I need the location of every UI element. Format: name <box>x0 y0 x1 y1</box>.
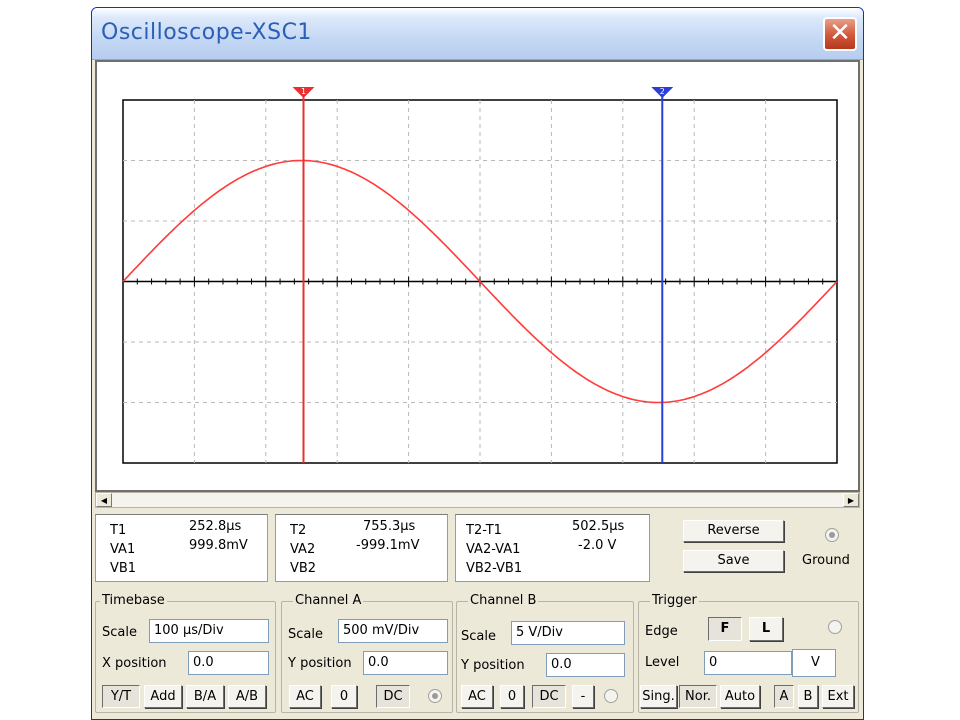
falling-edge-icon: L <box>761 621 771 636</box>
channel-b-scale-label: Scale <box>461 629 496 644</box>
t1-label: T1 <box>110 523 127 538</box>
close-button[interactable]: ✕ <box>823 17 857 51</box>
trigger-source-a-button[interactable]: A <box>774 685 794 708</box>
cursor-2-label: 2 <box>660 87 665 96</box>
scroll-right-button[interactable]: ▶ <box>843 493 859 507</box>
dvb-label: VB2-VB1 <box>466 561 523 576</box>
channel-a-ypos-field[interactable]: 0.0 <box>363 651 448 675</box>
horizontal-scrollbar[interactable]: ◀ ▶ <box>95 492 860 508</box>
dt-label: T2-T1 <box>466 523 502 538</box>
oscilloscope-window: Oscilloscope-XSC1 ✕ 12 ◀ ▶ T1 252.8μs VA… <box>91 7 864 720</box>
falling-edge-button[interactable]: L <box>749 617 783 641</box>
normal-mode-button[interactable]: Nor. <box>679 685 717 708</box>
channel-b-ypos-field[interactable]: 0.0 <box>546 653 625 677</box>
rising-edge-icon: F <box>720 621 730 636</box>
auto-mode-button[interactable]: Auto <box>720 685 760 708</box>
timebase-title: Timebase <box>100 593 167 608</box>
t1-readout: T1 252.8μs VA1 999.8mV VB1 <box>95 514 268 582</box>
channel-b-scale-field[interactable]: 5 V/Div <box>511 621 625 645</box>
channel-a-zero-button[interactable]: 0 <box>331 685 357 708</box>
channel-b-invert-button[interactable]: - <box>572 685 594 708</box>
scroll-left-button[interactable]: ◀ <box>96 493 112 507</box>
cursor-1-label: 1 <box>301 87 306 96</box>
ba-mode-button[interactable]: B/A <box>186 685 224 708</box>
channel-b-dc-button[interactable]: DC <box>532 685 566 708</box>
va2-value: -999.1mV <box>356 538 420 553</box>
scope-svg: 12 <box>122 87 838 464</box>
diff-readout: T2-T1 502.5μs VA2-VA1 -2.0 V VB2-VB1 <box>455 514 650 582</box>
level-label: Level <box>645 655 680 670</box>
channel-a-title: Channel A <box>293 593 364 608</box>
trigger-source-b-button[interactable]: B <box>798 685 818 708</box>
level-unit[interactable]: V <box>792 649 836 677</box>
add-mode-button[interactable]: Add <box>144 685 182 708</box>
x-position-field[interactable]: 0.0 <box>188 651 269 675</box>
channel-b-ypos-label: Y position <box>461 658 525 673</box>
t1-value: 252.8μs <box>189 519 242 534</box>
ground-label: Ground <box>802 553 850 568</box>
trigger-title: Trigger <box>650 593 699 608</box>
reverse-button[interactable]: Reverse <box>683 520 784 542</box>
title-bar[interactable]: Oscilloscope-XSC1 ✕ <box>92 8 863 60</box>
yt-mode-button[interactable]: Y/T <box>102 685 140 708</box>
scope-display: 12 <box>95 60 860 492</box>
trigger-source-ext-button[interactable]: Ext <box>822 685 854 708</box>
channel-a-ypos-label: Y position <box>288 656 352 671</box>
vb2-label: VB2 <box>290 561 317 576</box>
channel-a-ac-button[interactable]: AC <box>289 685 321 708</box>
dt-value: 502.5μs <box>572 519 625 534</box>
va1-label: VA1 <box>110 542 136 557</box>
timebase-scale-label: Scale <box>102 625 137 640</box>
save-button[interactable]: Save <box>683 550 784 572</box>
channel-a-radio[interactable] <box>428 689 442 703</box>
ground-radio[interactable] <box>825 528 839 542</box>
channel-b-radio[interactable] <box>604 689 618 703</box>
level-field[interactable]: 0 <box>704 651 792 675</box>
channel-a-dc-button[interactable]: DC <box>376 685 410 708</box>
ab-mode-button[interactable]: A/B <box>228 685 266 708</box>
single-mode-button[interactable]: Sing. <box>640 685 677 708</box>
dva-value: -2.0 V <box>578 538 617 553</box>
dva-label: VA2-VA1 <box>466 542 521 557</box>
channel-b-zero-button[interactable]: 0 <box>500 685 524 708</box>
trigger-radio[interactable] <box>828 620 842 634</box>
t2-label: T2 <box>290 523 307 538</box>
channel-b-ac-button[interactable]: AC <box>461 685 493 708</box>
vb1-label: VB1 <box>110 561 137 576</box>
window-title: Oscilloscope-XSC1 <box>101 20 312 45</box>
channel-a-scale-label: Scale <box>288 627 323 642</box>
x-position-label: X position <box>102 656 167 671</box>
t2-value: 755.3μs <box>363 519 416 534</box>
va2-label: VA2 <box>290 542 316 557</box>
va1-value: 999.8mV <box>189 538 248 553</box>
edge-label: Edge <box>645 624 678 639</box>
t2-readout: T2 755.3μs VA2 -999.1mV VB2 <box>275 514 448 582</box>
channel-b-title: Channel B <box>468 593 539 608</box>
timebase-scale-field[interactable]: 100 μs/Div <box>149 619 269 643</box>
rising-edge-button[interactable]: F <box>708 617 742 641</box>
channel-a-scale-field[interactable]: 500 mV/Div <box>338 619 448 643</box>
